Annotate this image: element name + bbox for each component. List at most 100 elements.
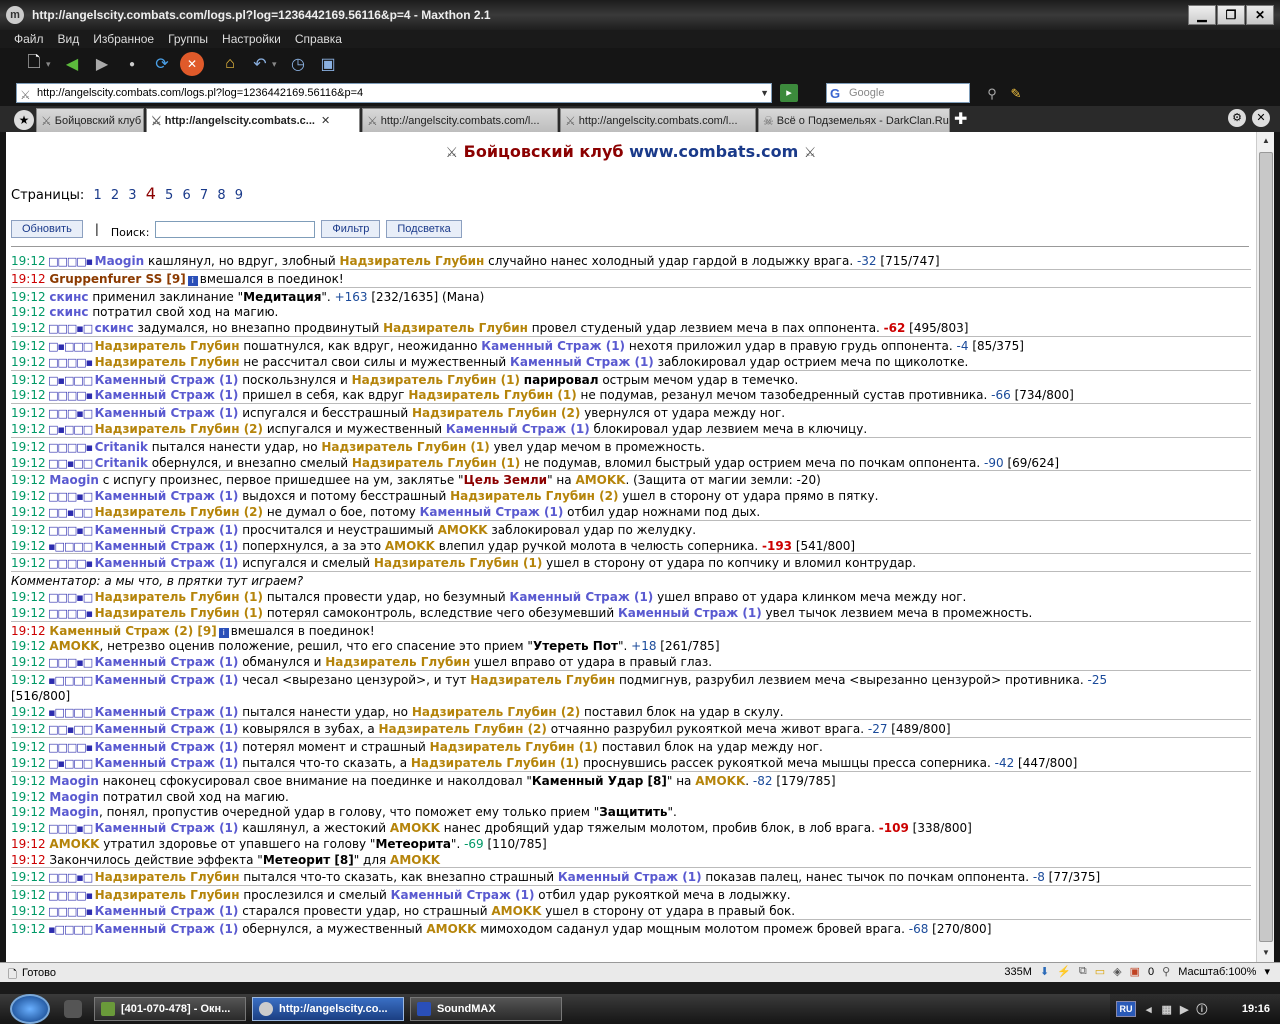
tray-network-icon[interactable]: ▦: [1162, 1003, 1172, 1016]
player-name-link[interactable]: AMOKK: [695, 774, 745, 788]
player-name-link[interactable]: AMOKK: [49, 639, 99, 653]
player-name-link[interactable]: AMOKK: [426, 922, 476, 936]
player-name-link[interactable]: Каменный Страж (1): [420, 505, 564, 519]
player-name-link[interactable]: Каменный Страж (1): [481, 339, 625, 353]
tab-tools-icon[interactable]: ⚙: [1228, 109, 1246, 127]
page-link-1[interactable]: 1: [93, 188, 101, 203]
info-icon[interactable]: i: [218, 627, 229, 638]
player-name-link[interactable]: Надзиратель Глубин (2): [412, 406, 580, 420]
site-domain-link[interactable]: www.combats.com: [629, 142, 798, 161]
player-name-link[interactable]: Maogin: [49, 473, 99, 487]
tab-logs-active[interactable]: ⚔ http://angelscity.combats.c... ✕: [146, 108, 360, 132]
memory-usage[interactable]: 335M: [1004, 966, 1032, 978]
player-name-link[interactable]: Надзиратель Глубин (1): [374, 556, 542, 570]
player-name-link[interactable]: скинс: [49, 290, 88, 304]
download-icon[interactable]: ⬇: [1040, 965, 1049, 978]
scroll-thumb[interactable]: [1259, 152, 1273, 942]
player-name-link[interactable]: Надзиратель Глубин (2): [450, 489, 618, 503]
player-name-link[interactable]: Надзиратель Глубин (2): [95, 422, 263, 436]
player-name-link[interactable]: Каменный Страж (1): [510, 590, 654, 604]
scroll-up-icon[interactable]: ▲: [1259, 134, 1273, 148]
maxthon-app-icon[interactable]: m: [6, 6, 24, 24]
tray-volume-icon[interactable]: ▶: [1180, 1003, 1188, 1016]
lightning-icon[interactable]: ⚡: [1057, 965, 1071, 978]
windows-icon[interactable]: ⧉: [1079, 965, 1087, 978]
tab-logs-2[interactable]: ⚔ http://angelscity.combats.com/l...: [362, 108, 558, 132]
quick-launch-icon[interactable]: [64, 1000, 82, 1018]
highlight-button[interactable]: Подсветка: [386, 220, 462, 238]
player-name-link[interactable]: Каменный Страж (1): [95, 821, 239, 835]
player-name-link[interactable]: AMOKK: [385, 539, 435, 553]
player-name-link[interactable]: Каменный Страж (1): [95, 406, 239, 420]
player-name-link[interactable]: Надзиратель Глубин (2): [379, 722, 547, 736]
menu-settings[interactable]: Настройки: [222, 32, 281, 46]
close-all-tabs-icon[interactable]: ✕: [1252, 109, 1270, 127]
player-name-link[interactable]: Каменный Страж (1): [618, 606, 762, 620]
player-name-link[interactable]: Maogin: [49, 774, 99, 788]
player-name-link[interactable]: Надзиратель Глубин (1): [408, 388, 576, 402]
player-name-link[interactable]: Надзиратель Глубин (1): [352, 456, 520, 470]
player-name-link[interactable]: Maogin: [49, 790, 99, 804]
menu-file[interactable]: Файл: [14, 32, 44, 46]
taskbar-item-maxthon[interactable]: http://angelscity.co...: [252, 997, 404, 1021]
player-name-link[interactable]: AMOKK: [49, 837, 99, 851]
taskbar-item-window[interactable]: [401-070-478] - Окн...: [94, 997, 246, 1021]
menu-view[interactable]: Вид: [58, 32, 80, 46]
player-name-link[interactable]: Надзиратель Глубин: [470, 673, 615, 687]
player-name-link[interactable]: AMOKK: [390, 821, 440, 835]
page-link-9[interactable]: 9: [235, 188, 243, 203]
player-name-link[interactable]: Надзиратель Глубин (1): [95, 606, 263, 620]
player-name-link[interactable]: Надзиратель Глубин: [95, 870, 240, 884]
tab-close-icon[interactable]: ✕: [321, 114, 330, 127]
zoom-level[interactable]: Масштаб:100%: [1178, 966, 1256, 978]
player-name-link[interactable]: Maogin: [49, 805, 99, 819]
player-name-link[interactable]: Каменный Страж (1): [95, 539, 239, 553]
page-link-7[interactable]: 7: [200, 188, 208, 203]
player-name-link[interactable]: Critanik: [95, 456, 148, 470]
page-link-3[interactable]: 3: [128, 188, 136, 203]
screenshot-icon[interactable]: ▣: [316, 52, 340, 76]
player-name-link[interactable]: Gruppenfurer SS [9]: [49, 272, 185, 286]
player-name-link[interactable]: Каменный Страж (1): [95, 904, 239, 918]
player-name-link[interactable]: Надзиратель Глубин (1): [411, 756, 579, 770]
history-dropdown-icon[interactable]: ●: [120, 52, 144, 76]
player-name-link[interactable]: Каменный Страж (1): [95, 756, 239, 770]
page-link-2[interactable]: 2: [111, 188, 119, 203]
player-name-link[interactable]: Каменный Страж (1): [95, 489, 239, 503]
go-button[interactable]: ▸: [780, 84, 798, 102]
player-name-link[interactable]: Каменный Страж (1): [95, 523, 239, 537]
player-name-link[interactable]: Каменный Страж (1): [95, 722, 239, 736]
minimize-button[interactable]: ▁: [1188, 5, 1216, 25]
player-name-link[interactable]: Надзиратель Глубин (1): [321, 440, 489, 454]
home-icon[interactable]: ⌂: [218, 52, 242, 76]
page-link-5[interactable]: 5: [165, 188, 173, 203]
player-name-link[interactable]: Каменный Страж (1): [391, 888, 535, 902]
player-name-link[interactable]: Надзиратель Глубин: [95, 339, 240, 353]
start-button[interactable]: [10, 994, 50, 1024]
highlight-pen-icon[interactable]: ✎: [1004, 82, 1028, 106]
search-engine-input[interactable]: G Google: [826, 83, 970, 103]
popup-blocker-icon[interactable]: ▣: [1130, 965, 1140, 978]
taskbar-item-soundmax[interactable]: SoundMAX: [410, 997, 562, 1021]
back-arrow-icon[interactable]: ◀: [60, 52, 84, 76]
filter-button[interactable]: Фильтр: [321, 220, 381, 238]
tab-fight-club[interactable]: ⚔ Бойцовский клуб: [36, 108, 144, 132]
page-link-8[interactable]: 8: [217, 188, 225, 203]
zoom-dropdown-icon[interactable]: ▾: [1264, 965, 1270, 978]
tab-darkclan[interactable]: ☠ Всё о Подземельях - DarkClan.Ru: [758, 108, 950, 132]
player-name-link[interactable]: Надзиратель Глубин (2): [412, 705, 580, 719]
player-name-link[interactable]: AMOKK: [575, 473, 625, 487]
player-name-link[interactable]: Надзиратель Глубин (1): [430, 740, 598, 754]
player-name-link[interactable]: Каменный Страж (2) [9]: [49, 624, 216, 638]
language-indicator[interactable]: RU: [1116, 1001, 1136, 1017]
player-name-link[interactable]: Каменный Страж (1): [95, 705, 239, 719]
player-name-link[interactable]: Каменный Страж (1): [95, 556, 239, 570]
layers-icon[interactable]: ◈: [1113, 965, 1121, 978]
player-name-link[interactable]: Каменный Страж (1): [446, 422, 590, 436]
new-page-icon[interactable]: 🗋: [22, 52, 46, 76]
new-tab-icon[interactable]: ✚: [954, 109, 967, 129]
refresh-button[interactable]: Обновить: [11, 220, 83, 238]
forward-arrow-icon[interactable]: ▶: [90, 52, 114, 76]
player-name-link[interactable]: Critanik: [95, 440, 148, 454]
player-name-link[interactable]: Каменный Страж (1): [95, 655, 239, 669]
